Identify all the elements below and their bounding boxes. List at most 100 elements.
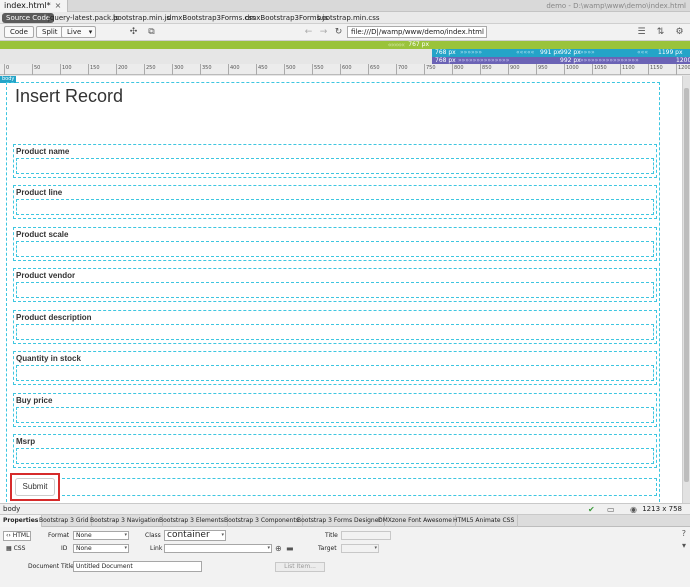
quantity-in-stock-input[interactable] [16,365,654,381]
class-label: Class [145,532,161,539]
vertical-scrollbar[interactable] [682,76,690,503]
product-name-input[interactable] [16,158,654,174]
field-label: Quantity in stock [16,354,81,363]
html-mode-label: HTML [12,532,30,539]
split-view-button[interactable]: Split [36,26,64,38]
submit-button[interactable]: Submit [15,478,55,496]
chevrons-icon: »»»»»»»»»»»»»» [458,57,510,64]
form-group: Product vendor [13,268,657,302]
product-description-input[interactable] [16,324,654,340]
tab-bootstrap-elements[interactable]: Bootstrap 3 Elements [156,515,228,527]
tab-bootstrap-components[interactable]: Bootstrap 3 Components [221,515,303,527]
ruler-tick [676,64,677,75]
link-field[interactable]: ▾ [164,544,272,553]
ruler-tick [508,64,509,75]
window-size[interactable]: 1213 x 758 [642,504,682,515]
forward-arrow-icon[interactable]: → [318,27,329,38]
ruler-tick-label: 150 [90,65,100,71]
related-file[interactable]: dmxBootstrap3Forms.css [167,12,256,24]
css-icon: ▦ [6,545,12,552]
help-icon[interactable]: ? [682,529,686,538]
file-management-icon[interactable]: ⇅ [655,27,666,38]
tab-font-awesome[interactable]: DMXzone Font Awesome [375,515,456,527]
related-file[interactable]: dmxBootstrap3Forms.js [245,12,328,24]
ruler-tick [144,64,145,75]
product-scale-input[interactable] [16,241,654,257]
page-title: Insert Record [15,86,124,106]
field-label: Buy price [16,396,53,405]
refresh-icon[interactable]: ↻ [333,27,344,38]
document-title-field[interactable]: Untitled Document [73,561,202,572]
media-query-bar-large[interactable]: 768 px »»»»»»»»»»»»»» 992 px »»»»»»»»»»»… [432,57,690,64]
ruler-tick [536,64,537,75]
html-mode-button[interactable]: ‹› HTML [3,531,31,541]
ruler-tick [564,64,565,75]
id-select[interactable]: None ▾ [73,544,129,553]
class-select[interactable]: container ▾ [164,530,226,541]
form-group: Product name [13,144,657,178]
chevrons-icon: ««««« [516,49,535,56]
css-mode-button[interactable]: ▦ CSS [3,544,31,554]
document-toolbar: Code Split Live ▾ ✣ ⧉ ← → ↻ file:///D|/wa… [0,24,690,41]
related-file[interactable]: bootstrap.min.js [113,12,170,24]
design-canvas[interactable]: body Insert Record Product name Product … [0,76,682,512]
tab-html5-animate-css[interactable]: HTML5 Animate CSS [450,515,519,527]
css-mode-label: CSS [13,545,26,552]
ruler-tick [4,64,5,75]
device-preview-icon[interactable]: ⧉ [146,27,157,38]
related-file-source-code[interactable]: Source Code [2,13,55,23]
target-select[interactable]: ▾ [341,544,379,553]
format-select[interactable]: None ▾ [73,531,129,540]
globe-icon[interactable]: ◉ [630,504,637,515]
format-label: Format [48,532,70,539]
list-icon[interactable]: ☰ [636,27,647,38]
document-tab[interactable]: index.html* × [0,0,69,12]
related-file[interactable]: bootstrap.min.css [317,12,380,24]
product-vendor-input[interactable] [16,282,654,298]
tab-bootstrap-forms-designer[interactable]: Bootstrap 3 Forms Designer [294,515,385,527]
chevrons-icon: ««« [637,49,649,56]
ruler-tick [480,64,481,75]
list-item-button[interactable]: List Item... [275,562,325,572]
back-arrow-icon[interactable]: ← [303,27,314,38]
ruler-tick [592,64,593,75]
scrollbar-thumb[interactable] [684,88,689,482]
code-view-button[interactable]: Code [4,26,34,38]
ruler-tick-label: 700 [398,65,408,71]
media-query-label: 1199 px [658,49,683,56]
ruler-tick [32,64,33,75]
tab-bootstrap-navigation[interactable]: Bootstrap 3 Navigation [87,515,164,527]
address-field[interactable]: file:///D|/wamp/www/demo/index.html [347,26,487,38]
live-view-button[interactable]: Live ▾ [61,26,97,38]
form-group: Product scale [13,227,657,261]
inspect-icon[interactable]: ✣ [128,27,139,38]
horizontal-ruler: 0 50 100 150 200 250 300 350 400 450 500 550 600 650 7… [0,64,690,75]
target-label: Target [318,545,337,552]
related-file[interactable]: jquery-latest.pack.js [48,12,119,24]
tab-bootstrap-grid[interactable]: Bootstrap 3 Grid [36,515,93,527]
tag-selector-body[interactable]: body [3,504,20,515]
desktop-icon[interactable]: ▭ [607,504,615,515]
field-label: Product description [16,313,92,322]
code-icon: ‹› [6,532,11,539]
point-to-file-icon[interactable]: ⊕ [275,544,282,553]
ruler-tick-label: 550 [314,65,324,71]
format-value: None [76,532,92,539]
document-tab-label: index.html* [4,1,51,10]
ruler-tick [648,64,649,75]
media-query-bar-small[interactable]: ««««« 767 px [0,41,432,49]
field-label: Product vendor [16,271,76,280]
close-icon[interactable]: × [55,1,62,10]
field-label: Product name [16,147,70,156]
ruler-tick-label: 400 [230,65,240,71]
folder-icon[interactable]: ▬ [286,544,294,553]
form-group: Quantity in stock [13,351,657,385]
product-line-input[interactable] [16,199,654,215]
form-group: Product description [13,310,657,344]
settings-icon[interactable]: ⚙ [674,27,685,38]
expand-icon[interactable]: ▾ [682,541,686,550]
buy-price-input[interactable] [16,407,654,423]
media-query-bar-medium[interactable]: 768 px »»»»»» ««««« 991 px 992 px »»»» «… [432,49,690,57]
title-field[interactable] [341,531,391,540]
msrp-input[interactable] [16,448,654,464]
